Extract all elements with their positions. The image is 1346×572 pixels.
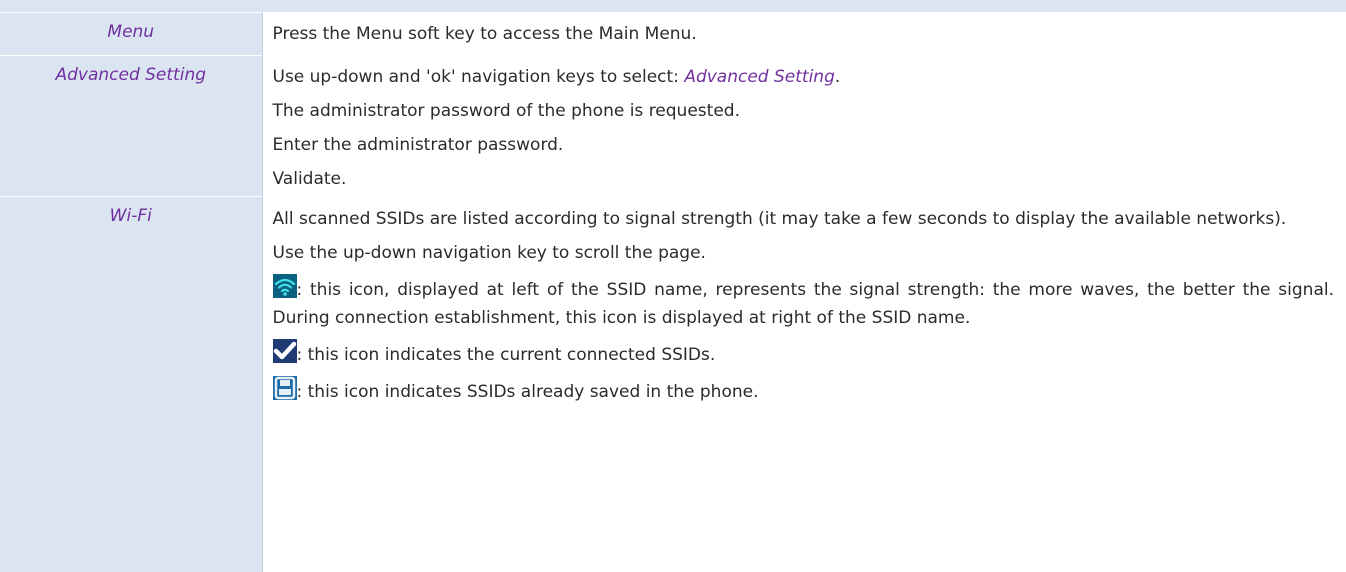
wifi-line-3: : this icon, displayed at left of the SS…: [272, 270, 1335, 335]
wifi-line-2: Use the up-down navigation key to scroll…: [272, 243, 706, 263]
advanced-line-1-end: .: [834, 67, 841, 87]
wifi-signal-icon: [272, 274, 297, 298]
step-desc-advanced-setting: Use up-down and 'ok' navigation keys to …: [262, 55, 1346, 197]
floppy-save-icon: [272, 376, 297, 400]
wifi-line-4: : this icon indicates the current connec…: [272, 335, 1335, 372]
advanced-line-1-text: Use up-down and 'ok' navigation keys to …: [272, 67, 685, 87]
wifi-line-5: : this icon indicates SSIDs already save…: [272, 372, 1335, 409]
check-icon: [272, 339, 297, 363]
advanced-setting-term: Advanced Setting: [684, 67, 835, 87]
save-icon-description: : this icon indicates SSIDs already save…: [296, 382, 759, 402]
step-key-advanced-setting: Advanced Setting: [0, 55, 263, 197]
wifi-line-1: All scanned SSIDs are listed according t…: [272, 209, 1287, 229]
procedure-table: Menu Press the Menu soft key to access t…: [0, 12, 1346, 572]
table-row-advanced-setting: Advanced Setting Use up-down and 'ok' na…: [0, 55, 1346, 197]
advanced-line-3: Enter the administrator password.: [272, 135, 564, 155]
advanced-line-1: Use up-down and 'ok' navigation keys to …: [273, 56, 1335, 94]
check-icon-description: : this icon indicates the current connec…: [296, 345, 716, 365]
advanced-line-2: The administrator password of the phone …: [272, 101, 740, 121]
step-desc-menu: Press the Menu soft key to access the Ma…: [262, 12, 1346, 56]
step-desc-wifi: All scanned SSIDs are listed according t…: [262, 196, 1346, 572]
advanced-line-4: Validate.: [272, 169, 347, 189]
table-row-wifi: Wi-Fi All scanned SSIDs are listed accor…: [0, 196, 1346, 572]
table-top-band: [0, 0, 1346, 12]
step-key-wifi: Wi-Fi: [0, 196, 263, 572]
table-row-menu: Menu Press the Menu soft key to access t…: [0, 12, 1346, 56]
step-key-menu: Menu: [0, 12, 263, 56]
wifi-icon-description: : this icon, displayed at left of the SS…: [272, 280, 1335, 328]
menu-line-1: Press the Menu soft key to access the Ma…: [272, 24, 697, 44]
